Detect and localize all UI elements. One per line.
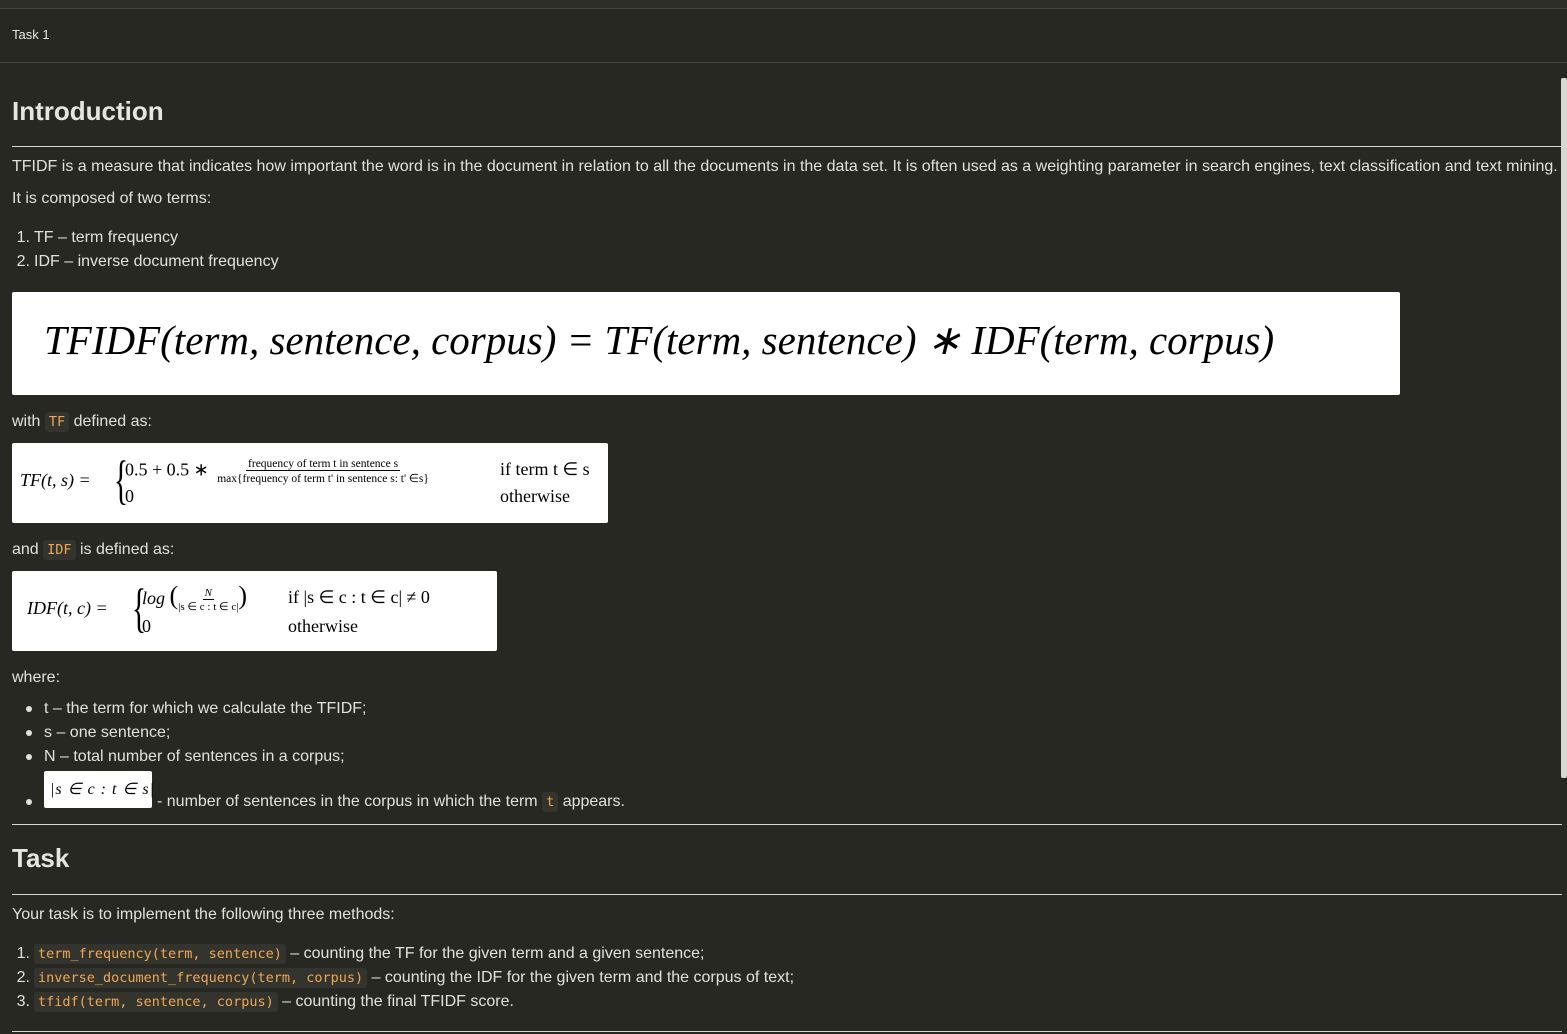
intro-paragraph: TFIDF is a measure that indicates how im… [12, 158, 1558, 175]
tf-formula: TF(t, s) = { 0.5 + 0.5 ∗ frequency of te… [12, 443, 608, 523]
list-item: t – the term for which we calculate the … [26, 700, 367, 718]
list-item: N – total number of sentences in a corpu… [26, 748, 345, 766]
intro-heading: Introduction [12, 96, 164, 126]
set-size-math: |s ∈ c : t ∈ s| [44, 771, 154, 808]
method-item: 2. inverse_document_frequency(term, corpu… [16, 968, 795, 988]
method-item: 1. term_frequency(term, sentence) – count… [16, 944, 705, 964]
list-item: 2. IDF – inverse document frequency [16, 253, 279, 270]
divider [12, 824, 1562, 825]
list-item: s – one sentence; [26, 724, 170, 742]
task-heading: Task [12, 843, 70, 873]
tfidf-formula: TFIDF(term, sentence, corpus) = TF(term,… [12, 292, 1400, 395]
idf-intro: and IDF is defined as: [12, 540, 175, 560]
tf-intro: with TF defined as: [12, 412, 152, 432]
divider [12, 1031, 1562, 1032]
task-title: Task 1 [12, 27, 50, 42]
intro-composed: It is composed of two terms: [12, 190, 212, 207]
method-item: 3. tfidf(term, sentence, corpus) – counti… [16, 992, 514, 1012]
divider [12, 894, 1562, 895]
scrollbar[interactable] [1561, 78, 1567, 778]
set-size-description: - number of sentences in the corpus in w… [157, 792, 625, 812]
window-top-strip [0, 0, 1567, 9]
task-header: Task 1 [0, 9, 1567, 63]
where-label: where: [12, 669, 61, 686]
divider [12, 146, 1562, 147]
list-item: 1. TF – term frequency [16, 229, 179, 246]
task-paragraph: Your task is to implement the following … [12, 906, 395, 923]
list-item [26, 793, 44, 811]
idf-formula: IDF(t, c) = { log (N |s ∈ c : t ∈ c|) if … [12, 571, 497, 651]
